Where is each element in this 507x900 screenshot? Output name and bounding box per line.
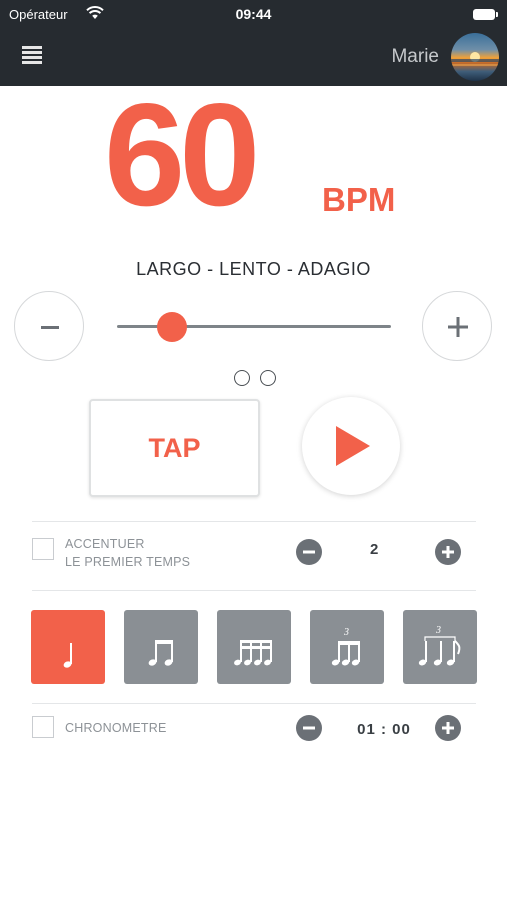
battery-icon	[473, 9, 498, 20]
plus-icon	[448, 317, 468, 337]
divider	[32, 521, 476, 522]
triplet-eighths-button[interactable]: 3	[310, 610, 384, 684]
eighth-notes-button[interactable]	[124, 610, 198, 684]
plus-circle-icon	[442, 546, 454, 558]
accent-label: ACCENTUER LE PREMIER TEMPS	[65, 535, 190, 571]
chronometer-decrease-button[interactable]	[296, 715, 322, 741]
sixteenth-notes-icon	[234, 640, 272, 666]
page-dot[interactable]	[260, 370, 276, 386]
triplet-quarter-eighth-button[interactable]: 3	[403, 610, 477, 684]
svg-text:3: 3	[435, 625, 441, 636]
minus-circle-icon	[303, 550, 315, 554]
chronometer-checkbox[interactable]	[32, 716, 54, 738]
accent-checkbox[interactable]	[32, 538, 54, 560]
play-icon	[336, 426, 370, 466]
accent-label-line1: ACCENTUER	[65, 537, 145, 551]
clock: 09:44	[235, 6, 272, 22]
svg-text:3: 3	[343, 627, 349, 638]
status-bar: Opérateur 09:44	[0, 0, 507, 30]
decrease-tempo-button[interactable]	[14, 291, 84, 361]
tempo-slider[interactable]	[117, 312, 391, 342]
hamburger-menu-icon[interactable]	[22, 46, 42, 64]
chronometer-value: 01 : 00	[357, 721, 411, 738]
minus-circle-icon	[303, 726, 315, 730]
page-dot[interactable]	[234, 370, 250, 386]
minus-icon	[41, 326, 59, 329]
slider-thumb[interactable]	[156, 312, 187, 342]
chronometer-increase-button[interactable]	[435, 715, 461, 741]
accent-decrease-button[interactable]	[296, 539, 322, 565]
triplet-eighths-icon: 3	[331, 627, 360, 666]
accent-increase-button[interactable]	[435, 539, 461, 565]
divider	[32, 590, 476, 591]
eighth-notes-icon	[148, 640, 173, 666]
bpm-unit: BPM	[322, 181, 396, 218]
tap-button[interactable]: TAP	[89, 399, 260, 497]
quarter-note-icon	[63, 643, 72, 668]
triplet-quarter-eighth-icon: 3	[418, 625, 461, 666]
chronometer-label: CHRONOMETRE	[65, 721, 167, 735]
user-name: Marie	[391, 46, 439, 67]
increase-tempo-button[interactable]	[422, 291, 492, 361]
plus-circle-icon	[442, 722, 454, 734]
page-indicator	[234, 370, 282, 390]
quarter-note-button[interactable]	[31, 610, 105, 684]
accent-value: 2	[370, 541, 379, 558]
tempo-name: LARGO - LENTO - ADAGIO	[136, 259, 371, 279]
bpm-value: 60	[104, 73, 260, 236]
accent-label-line2: LE PREMIER TEMPS	[65, 555, 191, 569]
sixteenth-notes-button[interactable]	[217, 610, 291, 684]
avatar[interactable]	[451, 33, 499, 81]
divider	[32, 703, 476, 704]
play-button[interactable]	[302, 397, 400, 495]
